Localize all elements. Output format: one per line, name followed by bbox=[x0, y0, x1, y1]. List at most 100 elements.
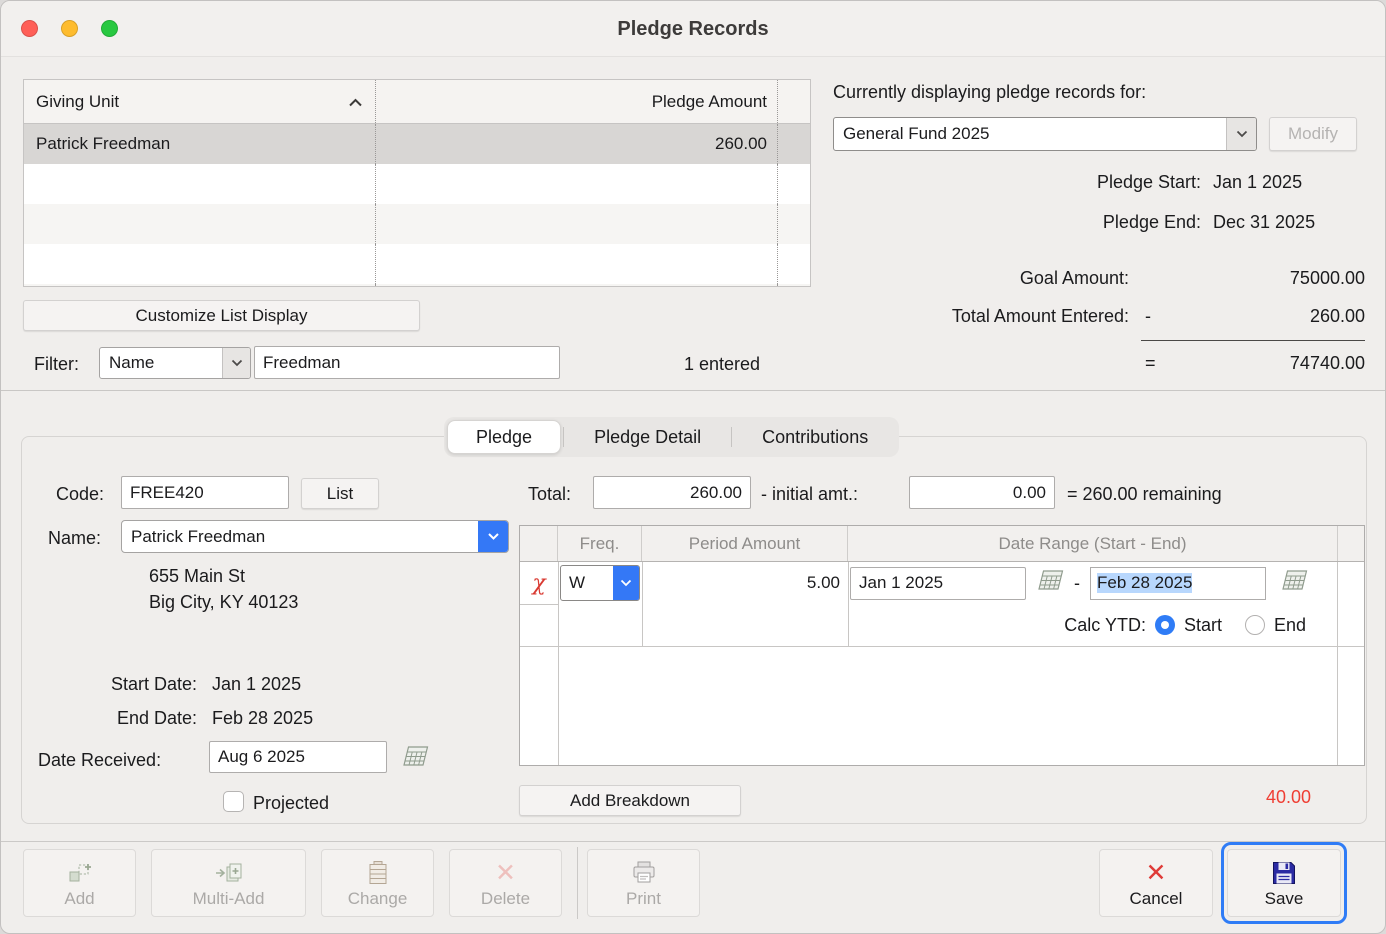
total-input[interactable] bbox=[593, 476, 751, 509]
cancel-icon: ✕ bbox=[1146, 858, 1167, 888]
filter-field-value: Name bbox=[100, 348, 222, 378]
goal-amount-label: Goal Amount: bbox=[881, 268, 1129, 289]
modify-button-label: Modify bbox=[1288, 124, 1338, 144]
frequency-combobox[interactable]: W bbox=[560, 565, 640, 601]
radio-dot bbox=[1161, 621, 1169, 629]
table-row-empty bbox=[24, 284, 810, 287]
print-button[interactable]: Print bbox=[587, 849, 700, 917]
empty-cell bbox=[376, 164, 778, 204]
grid-line bbox=[1337, 562, 1338, 765]
breakdown-start-date-input[interactable] bbox=[850, 567, 1026, 600]
chevron-down-icon bbox=[222, 348, 250, 378]
minimize-window-button[interactable] bbox=[61, 20, 78, 37]
initial-amount-input[interactable] bbox=[909, 476, 1055, 509]
cancel-button[interactable]: ✕ Cancel bbox=[1099, 849, 1213, 917]
date-received-label: Date Received: bbox=[38, 750, 161, 771]
column-header-giving-unit[interactable]: Giving Unit bbox=[24, 80, 376, 123]
print-button-label: Print bbox=[626, 889, 661, 909]
projected-checkbox[interactable] bbox=[223, 791, 244, 812]
fund-select-value: General Fund 2025 bbox=[834, 118, 1226, 150]
projected-label: Projected bbox=[253, 793, 329, 814]
chevron-down-icon bbox=[1226, 118, 1256, 150]
calc-ytd-end-radio[interactable] bbox=[1245, 615, 1265, 635]
tab-contributions[interactable]: Contributions bbox=[734, 420, 896, 454]
row-gutter bbox=[778, 244, 810, 284]
multi-add-button[interactable]: Multi-Add bbox=[151, 849, 306, 917]
empty-cell bbox=[376, 244, 778, 284]
delete-button-label: Delete bbox=[481, 889, 530, 909]
calendar-picker-icon[interactable] bbox=[399, 745, 429, 774]
total-label: Total: bbox=[528, 484, 571, 505]
add-breakdown-button[interactable]: Add Breakdown bbox=[519, 785, 741, 816]
calc-ytd-label: Calc YTD: bbox=[1064, 615, 1146, 636]
initial-amount-label: - initial amt.: bbox=[761, 484, 858, 505]
save-button[interactable]: Save bbox=[1227, 849, 1341, 917]
change-icon bbox=[365, 858, 391, 888]
column-header-pledge-amount[interactable]: Pledge Amount bbox=[376, 80, 778, 123]
tab-pledge-detail[interactable]: Pledge Detail bbox=[566, 420, 729, 454]
tab-separator bbox=[563, 427, 564, 447]
breakdown-end-date-input[interactable]: Feb 28 2025 bbox=[1090, 567, 1266, 600]
modify-button[interactable]: Modify bbox=[1269, 117, 1357, 151]
change-button[interactable]: Change bbox=[321, 849, 434, 917]
chevron-down-icon bbox=[613, 566, 639, 600]
empty-cell bbox=[376, 284, 778, 287]
code-input[interactable] bbox=[121, 476, 289, 509]
section-divider bbox=[1, 390, 1385, 391]
frequency-value: W bbox=[561, 566, 613, 600]
toolbar-separator bbox=[577, 847, 578, 919]
zoom-window-button[interactable] bbox=[101, 20, 118, 37]
row-gutter bbox=[778, 284, 810, 287]
tab-separator bbox=[731, 427, 732, 447]
fund-panel-heading: Currently displaying pledge records for: bbox=[833, 82, 1146, 103]
row-gutter bbox=[778, 164, 810, 204]
date-range-cell: - Feb 28 2025 bbox=[850, 566, 1336, 600]
pledge-end-label: Pledge End: bbox=[961, 212, 1201, 233]
name-label: Name: bbox=[48, 528, 101, 549]
breakdown-header-gutter bbox=[1338, 526, 1364, 561]
calendar-picker-icon[interactable] bbox=[1278, 569, 1308, 598]
close-window-button[interactable] bbox=[21, 20, 38, 37]
calendar-picker-icon[interactable] bbox=[1034, 569, 1064, 598]
end-date-label: End Date: bbox=[41, 708, 197, 729]
date-range-dash: - bbox=[1074, 573, 1080, 594]
period-amount-cell[interactable]: 5.00 bbox=[642, 562, 848, 604]
address-line2: Big City, KY 40123 bbox=[149, 592, 298, 613]
code-label: Code: bbox=[56, 484, 104, 505]
minus-sign: - bbox=[1145, 306, 1151, 327]
calc-ytd-start-radio[interactable] bbox=[1155, 615, 1175, 635]
multi-add-button-label: Multi-Add bbox=[193, 889, 265, 909]
remove-breakdown-row-button[interactable]: χ bbox=[520, 562, 558, 604]
grid-line bbox=[520, 604, 558, 605]
delete-icon: ✕ bbox=[495, 858, 516, 888]
filter-value-input[interactable] bbox=[254, 346, 560, 379]
empty-cell bbox=[376, 204, 778, 244]
grid-line bbox=[848, 562, 849, 646]
pledge-records-window: Pledge Records Giving Unit Pledge Amount… bbox=[0, 0, 1386, 934]
breakdown-table-header: Freq. Period Amount Date Range (Start - … bbox=[520, 526, 1364, 562]
header-gutter bbox=[778, 80, 810, 123]
delete-button[interactable]: ✕ Delete bbox=[449, 849, 562, 917]
pledge-amount-cell: 260.00 bbox=[376, 124, 778, 164]
customize-list-display-button[interactable]: Customize List Display bbox=[23, 300, 420, 331]
change-button-label: Change bbox=[348, 889, 408, 909]
date-received-input[interactable] bbox=[209, 741, 387, 773]
remove-row-icon: χ bbox=[532, 571, 545, 596]
list-button[interactable]: List bbox=[301, 478, 379, 509]
table-row-selected[interactable]: Patrick Freedman 260.00 bbox=[24, 124, 810, 164]
name-combobox[interactable]: Patrick Freedman bbox=[121, 520, 509, 553]
add-button[interactable]: Add bbox=[23, 849, 136, 917]
column-header-pledge-amount-label: Pledge Amount bbox=[652, 92, 767, 112]
grid-line bbox=[558, 562, 559, 765]
total-amount-entered-label: Total Amount Entered: bbox=[881, 306, 1129, 327]
fund-select[interactable]: General Fund 2025 bbox=[833, 117, 1257, 151]
empty-cell bbox=[24, 244, 376, 284]
total-amount-entered-value: 260.00 bbox=[1205, 306, 1365, 327]
giving-unit-table: Giving Unit Pledge Amount Patrick Freedm… bbox=[23, 79, 811, 287]
remaining-text: = 260.00 remaining bbox=[1067, 484, 1222, 505]
filter-label: Filter: bbox=[34, 354, 79, 375]
tab-pledge[interactable]: Pledge bbox=[447, 420, 561, 454]
cancel-button-label: Cancel bbox=[1130, 889, 1183, 909]
sort-ascending-icon bbox=[348, 92, 363, 112]
filter-field-select[interactable]: Name bbox=[99, 347, 251, 379]
